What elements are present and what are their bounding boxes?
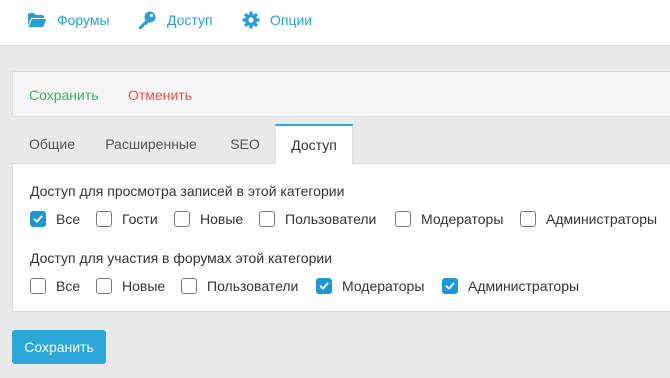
view-access-title: Доступ для просмотра записей в этой кате… (30, 183, 345, 199)
check-icon (33, 215, 43, 223)
nav-options[interactable]: Опции (242, 8, 312, 32)
cancel-link-button[interactable]: Отменить (128, 87, 192, 103)
checkbox-label: Новые (200, 211, 244, 227)
checkbox-box[interactable] (30, 211, 46, 227)
checkbox-box[interactable] (316, 278, 332, 294)
action-bar: Сохранить Отменить (12, 71, 670, 117)
checkbox-box[interactable] (96, 211, 112, 227)
view-new-checkbox[interactable]: Новые (174, 211, 243, 227)
participate-users-checkbox[interactable]: Пользователи (181, 278, 298, 294)
check-icon (319, 282, 329, 290)
checkbox-box[interactable] (259, 211, 275, 227)
checkbox-label: Модераторы (342, 278, 425, 294)
participate-admins-checkbox[interactable]: Администраторы (442, 278, 579, 294)
checkbox-label: Пользователи (207, 278, 299, 294)
checkbox-box[interactable] (96, 278, 112, 294)
tab-general[interactable]: Общие (12, 124, 92, 164)
participate-access-title: Доступ для участия в форумах этой катего… (30, 250, 333, 266)
checkbox-label: Администраторы (468, 278, 580, 294)
participate-all-checkbox[interactable]: Все (30, 278, 80, 294)
checkbox-label: Пользователи (285, 211, 377, 227)
nav-forums-label: Форумы (57, 12, 110, 28)
participate-moderators-checkbox[interactable]: Модераторы (316, 278, 424, 294)
checkbox-box[interactable] (520, 211, 536, 227)
access-panel: Доступ для просмотра записей в этой кате… (12, 163, 670, 312)
view-moderators-checkbox[interactable]: Модераторы (395, 211, 503, 227)
top-navigation: Форумы Доступ Опции (0, 0, 670, 46)
settings-tabs: Общие Расширенные SEO Доступ (12, 124, 670, 165)
tab-access[interactable]: Доступ (275, 124, 353, 165)
check-icon (445, 282, 455, 290)
checkbox-label: Новые (122, 278, 166, 294)
save-link-button[interactable]: Сохранить (29, 87, 99, 103)
tab-advanced[interactable]: Расширенные (96, 124, 206, 164)
checkbox-box[interactable] (181, 278, 197, 294)
participate-new-checkbox[interactable]: Новые (96, 278, 165, 294)
checkbox-label: Все (56, 211, 81, 227)
checkbox-box[interactable] (174, 211, 190, 227)
save-button[interactable]: Сохранить (12, 330, 106, 364)
checkbox-box[interactable] (395, 211, 411, 227)
nav-access[interactable]: Доступ (137, 8, 213, 32)
checkbox-label: Администраторы (546, 211, 658, 227)
tab-seo[interactable]: SEO (218, 124, 272, 164)
checkbox-label: Гости (122, 211, 158, 227)
view-users-checkbox[interactable]: Пользователи (259, 211, 376, 227)
checkbox-label: Модераторы (421, 211, 504, 227)
key-icon (137, 10, 167, 30)
view-admins-checkbox[interactable]: Администраторы (520, 211, 657, 227)
nav-forums[interactable]: Форумы (27, 8, 110, 32)
checkbox-box[interactable] (30, 278, 46, 294)
nav-access-label: Доступ (167, 12, 213, 28)
nav-options-label: Опции (270, 12, 313, 28)
checkbox-label: Все (56, 278, 81, 294)
view-guests-checkbox[interactable]: Гости (96, 211, 158, 227)
view-all-checkbox[interactable]: Все (30, 211, 80, 227)
gear-icon (242, 11, 270, 29)
checkbox-box[interactable] (442, 278, 458, 294)
folder-open-icon (27, 12, 57, 28)
